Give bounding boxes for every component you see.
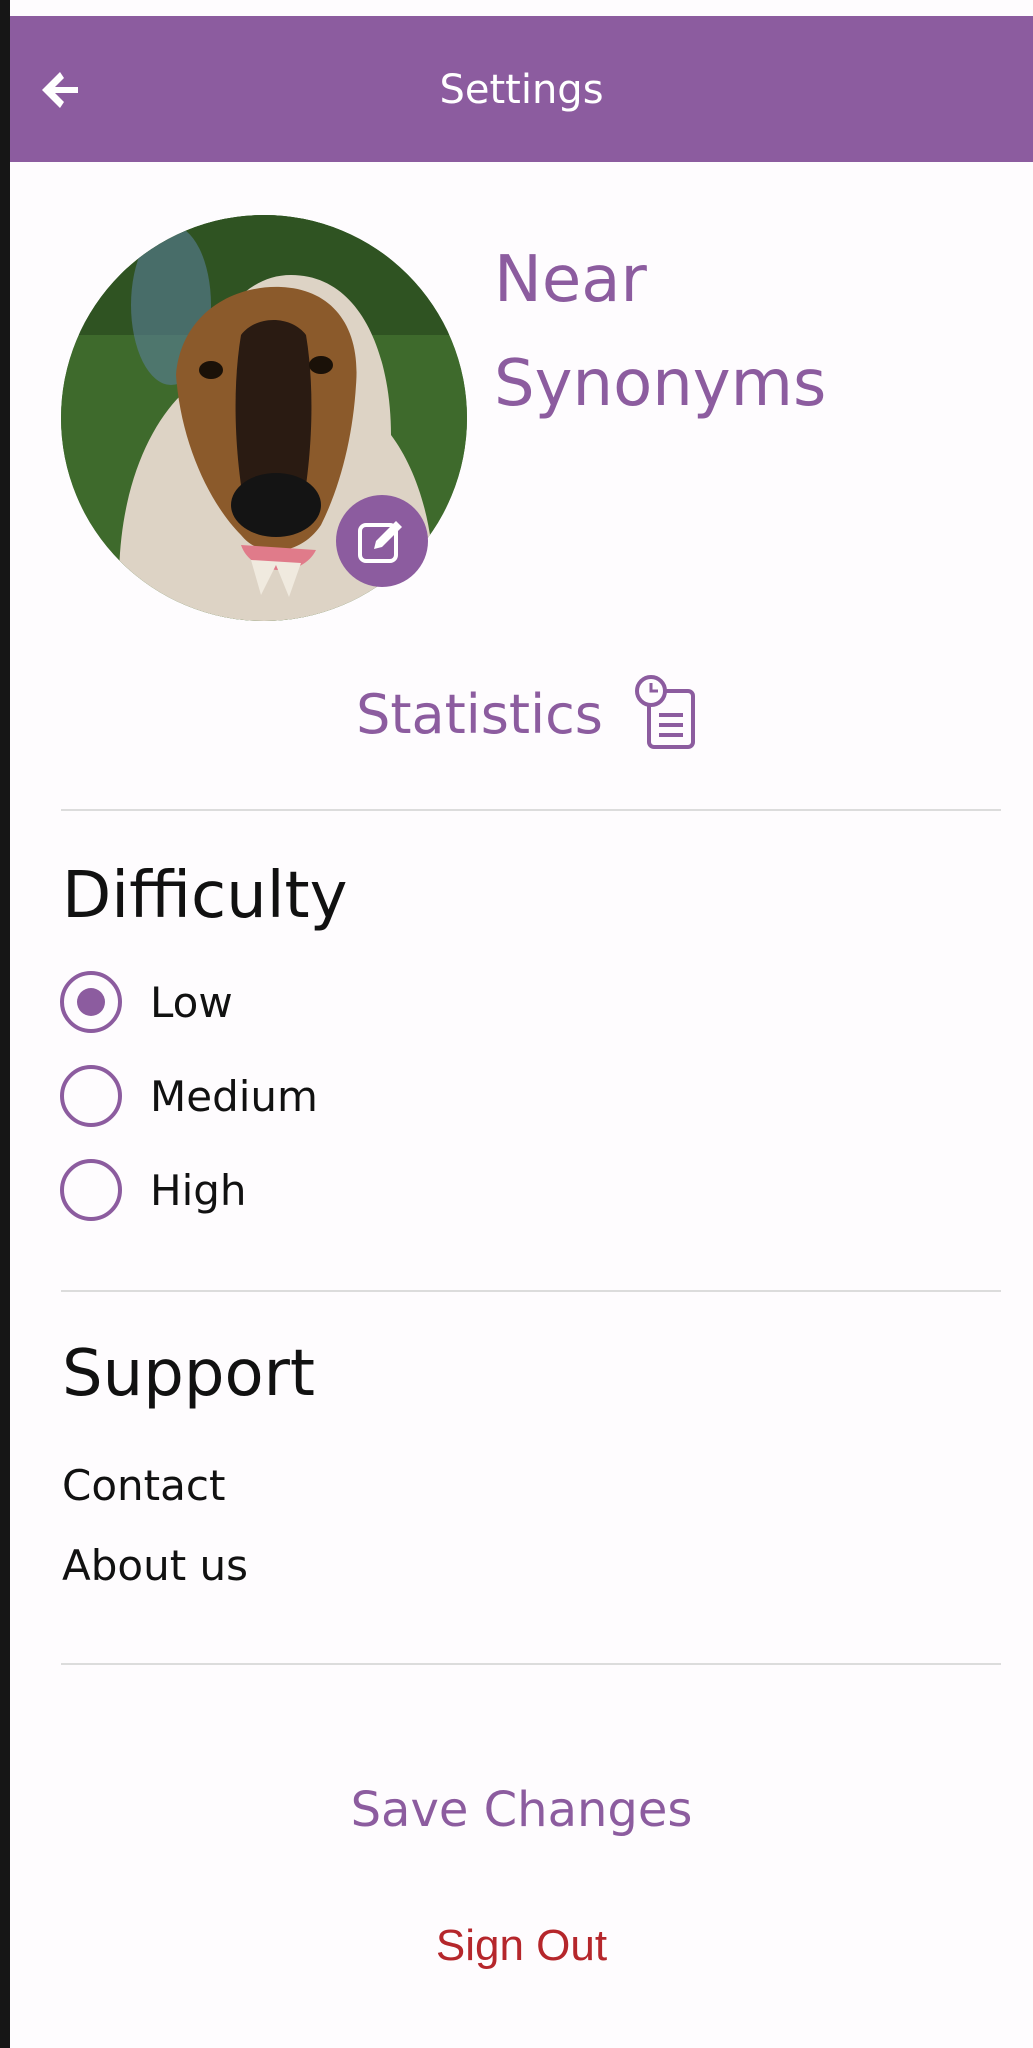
difficulty-option-label: Low (150, 977, 233, 1027)
radio-button[interactable] (60, 1065, 122, 1127)
profile-name-line2: Synonyms (494, 347, 827, 421)
divider (61, 1663, 1001, 1665)
contact-link[interactable]: Contact (62, 1458, 225, 1514)
profile-avatar-container (61, 215, 467, 621)
app-bar: Settings (10, 16, 1033, 162)
radio-button[interactable] (60, 971, 122, 1033)
page-title: Settings (439, 67, 604, 113)
settings-screen: Settings Near Synonyms Statistics Diffic… (10, 0, 1033, 2048)
profile-name-line1: Near (494, 243, 647, 317)
radio-selected-dot (77, 988, 105, 1016)
status-bar-area (10, 0, 1033, 16)
report-clock-icon (633, 673, 699, 757)
edit-avatar-button[interactable] (336, 495, 428, 587)
statistics-link[interactable]: Statistics (10, 670, 1033, 760)
edit-pencil-icon (358, 521, 402, 563)
divider (61, 809, 1001, 811)
difficulty-title: Difficulty (62, 859, 348, 933)
support-title: Support (62, 1337, 315, 1411)
radio-button[interactable] (60, 1159, 122, 1221)
save-changes-button[interactable]: Save Changes (10, 1778, 1033, 1842)
difficulty-option-label: High (150, 1165, 247, 1215)
difficulty-option-label: Medium (150, 1071, 318, 1121)
difficulty-option-medium[interactable]: Medium (60, 1061, 318, 1131)
about-us-link[interactable]: About us (62, 1538, 248, 1594)
statistics-label: Statistics (356, 683, 603, 746)
sign-out-button[interactable]: Sign Out (10, 1918, 1033, 1974)
divider (61, 1290, 1001, 1292)
profile-name: Near Synonyms (494, 228, 964, 436)
difficulty-option-high[interactable]: High (60, 1155, 247, 1225)
difficulty-option-low[interactable]: Low (60, 967, 233, 1037)
